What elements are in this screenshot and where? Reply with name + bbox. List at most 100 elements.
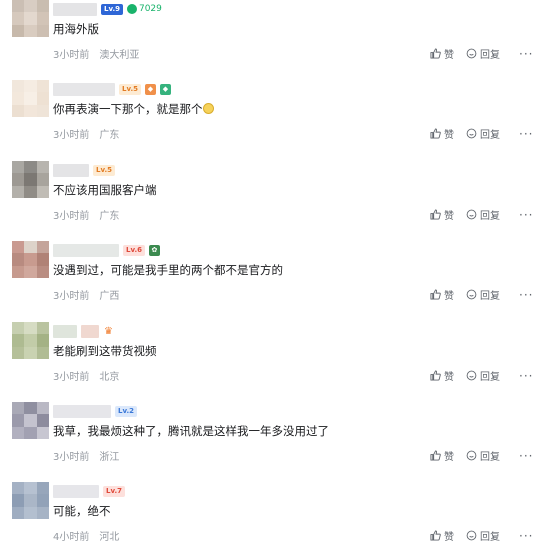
level-badge: Lv.9 bbox=[101, 3, 123, 15]
comment-text: 你再表演一下那个，就是那个 bbox=[53, 101, 214, 117]
comment-location: 北京 bbox=[99, 372, 120, 383]
like-label: 赞 bbox=[444, 532, 454, 543]
fans-count: 7029 bbox=[138, 4, 162, 14]
more-button[interactable]: ··· bbox=[519, 47, 533, 61]
more-button[interactable]: ··· bbox=[519, 529, 533, 543]
reply-label: 回复 bbox=[480, 130, 500, 141]
username-row: Lv.6 ✿ bbox=[53, 243, 160, 257]
comment-location: 广东 bbox=[99, 211, 120, 222]
comment-time: 3小时前 bbox=[53, 130, 90, 141]
reply-icon bbox=[466, 370, 477, 381]
comment-item: Lv.2 我草，我最烦这种了，腾讯就是这样我一年多没用过了 3小时前 浙江 赞 回… bbox=[0, 402, 550, 482]
username[interactable] bbox=[53, 82, 115, 96]
comment-actions: 赞 回复 ··· bbox=[430, 287, 533, 302]
reply-label: 回复 bbox=[480, 291, 500, 302]
more-button[interactable]: ··· bbox=[519, 449, 533, 463]
medal-icon: ◆ bbox=[159, 83, 171, 95]
comment-location: 浙江 bbox=[99, 452, 120, 463]
reply-button[interactable]: 回复 bbox=[466, 528, 500, 543]
more-button[interactable]: ··· bbox=[519, 208, 533, 222]
reply-label: 回复 bbox=[480, 532, 500, 543]
username[interactable] bbox=[53, 404, 111, 418]
reply-label: 回复 bbox=[480, 211, 500, 222]
like-label: 赞 bbox=[444, 452, 454, 463]
reply-button[interactable]: 回复 bbox=[466, 207, 500, 222]
username[interactable] bbox=[53, 484, 99, 498]
reply-icon bbox=[466, 450, 477, 461]
comment-location: 广东 bbox=[99, 130, 120, 141]
username-extra bbox=[81, 324, 99, 338]
comment-item: ♛ 老能刷到这带货视频 3小时前 北京 赞 回复 ··· bbox=[0, 322, 550, 402]
reply-button[interactable]: 回复 bbox=[466, 126, 500, 141]
username[interactable] bbox=[53, 243, 119, 257]
reply-label: 回复 bbox=[480, 372, 500, 383]
comment-time: 4小时前 bbox=[53, 532, 90, 543]
level-badge: Lv.2 bbox=[115, 405, 137, 417]
username[interactable] bbox=[53, 2, 97, 16]
crown-icon: ♛ bbox=[104, 325, 113, 337]
thumbs-up-icon bbox=[430, 450, 441, 461]
avatar[interactable] bbox=[12, 80, 49, 117]
comment-text-content: 你再表演一下那个，就是那个 bbox=[53, 102, 203, 116]
medal-icon: ✿ bbox=[148, 244, 160, 256]
comment-time: 3小时前 bbox=[53, 211, 90, 222]
fans-badge: 7029 bbox=[126, 4, 162, 14]
username-row: Lv.9 7029 bbox=[53, 2, 162, 16]
level-badge: Lv.5 bbox=[119, 83, 141, 95]
comment-text: 不应该用国服客户端 bbox=[53, 183, 157, 197]
thumbs-up-icon bbox=[430, 530, 441, 541]
like-button[interactable]: 赞 bbox=[430, 448, 454, 463]
like-button[interactable]: 赞 bbox=[430, 46, 454, 61]
more-button[interactable]: ··· bbox=[519, 288, 533, 302]
comment-time: 3小时前 bbox=[53, 291, 90, 302]
more-button[interactable]: ··· bbox=[519, 369, 533, 383]
level-badge: Lv.7 bbox=[103, 485, 125, 497]
reply-icon bbox=[466, 209, 477, 220]
comment-item: Lv.5 不应该用国服客户端 3小时前 广东 赞 回复 ··· bbox=[0, 161, 550, 241]
username[interactable] bbox=[53, 163, 89, 177]
avatar[interactable] bbox=[12, 161, 49, 198]
reply-button[interactable]: 回复 bbox=[466, 368, 500, 383]
comment-location: 广西 bbox=[99, 291, 120, 302]
level-badge: Lv.6 bbox=[123, 244, 145, 256]
comment-text: 没遇到过，可能是我手里的两个都不是官方的 bbox=[53, 263, 283, 277]
like-label: 赞 bbox=[444, 50, 454, 61]
comment-item: Lv.5 ◆ ◆ 你再表演一下那个，就是那个 3小时前 广东 赞 回复 ··· bbox=[0, 80, 550, 160]
like-label: 赞 bbox=[444, 211, 454, 222]
like-button[interactable]: 赞 bbox=[430, 368, 454, 383]
comment-time: 3小时前 bbox=[53, 50, 90, 61]
reply-icon bbox=[466, 48, 477, 59]
fans-icon bbox=[126, 4, 137, 14]
reply-button[interactable]: 回复 bbox=[466, 46, 500, 61]
thumbs-up-icon bbox=[430, 209, 441, 220]
like-button[interactable]: 赞 bbox=[430, 126, 454, 141]
like-button[interactable]: 赞 bbox=[430, 207, 454, 222]
reply-button[interactable]: 回复 bbox=[466, 448, 500, 463]
avatar[interactable] bbox=[12, 482, 49, 519]
reply-label: 回复 bbox=[480, 50, 500, 61]
medal-icon: ◆ bbox=[144, 83, 156, 95]
level-badge: Lv.5 bbox=[93, 164, 115, 176]
thumbs-up-icon bbox=[430, 48, 441, 59]
username[interactable] bbox=[53, 324, 77, 338]
reply-label: 回复 bbox=[480, 452, 500, 463]
avatar[interactable] bbox=[12, 322, 49, 359]
like-label: 赞 bbox=[444, 130, 454, 141]
like-button[interactable]: 赞 bbox=[430, 528, 454, 543]
more-button[interactable]: ··· bbox=[519, 127, 533, 141]
avatar[interactable] bbox=[12, 402, 49, 439]
username-row: Lv.2 bbox=[53, 404, 137, 418]
comment-meta: 3小时前 广东 bbox=[53, 126, 119, 141]
username-row: Lv.5 ◆ ◆ bbox=[53, 82, 171, 96]
comment-meta: 3小时前 北京 bbox=[53, 368, 119, 383]
reply-button[interactable]: 回复 bbox=[466, 287, 500, 302]
comment-actions: 赞 回复 ··· bbox=[430, 528, 533, 543]
like-label: 赞 bbox=[444, 291, 454, 302]
avatar[interactable] bbox=[12, 241, 49, 278]
reply-icon bbox=[466, 289, 477, 300]
smile-emoji-icon bbox=[202, 103, 214, 114]
avatar[interactable] bbox=[12, 0, 49, 37]
like-button[interactable]: 赞 bbox=[430, 287, 454, 302]
username-row: Lv.7 bbox=[53, 484, 125, 498]
thumbs-up-icon bbox=[430, 370, 441, 381]
